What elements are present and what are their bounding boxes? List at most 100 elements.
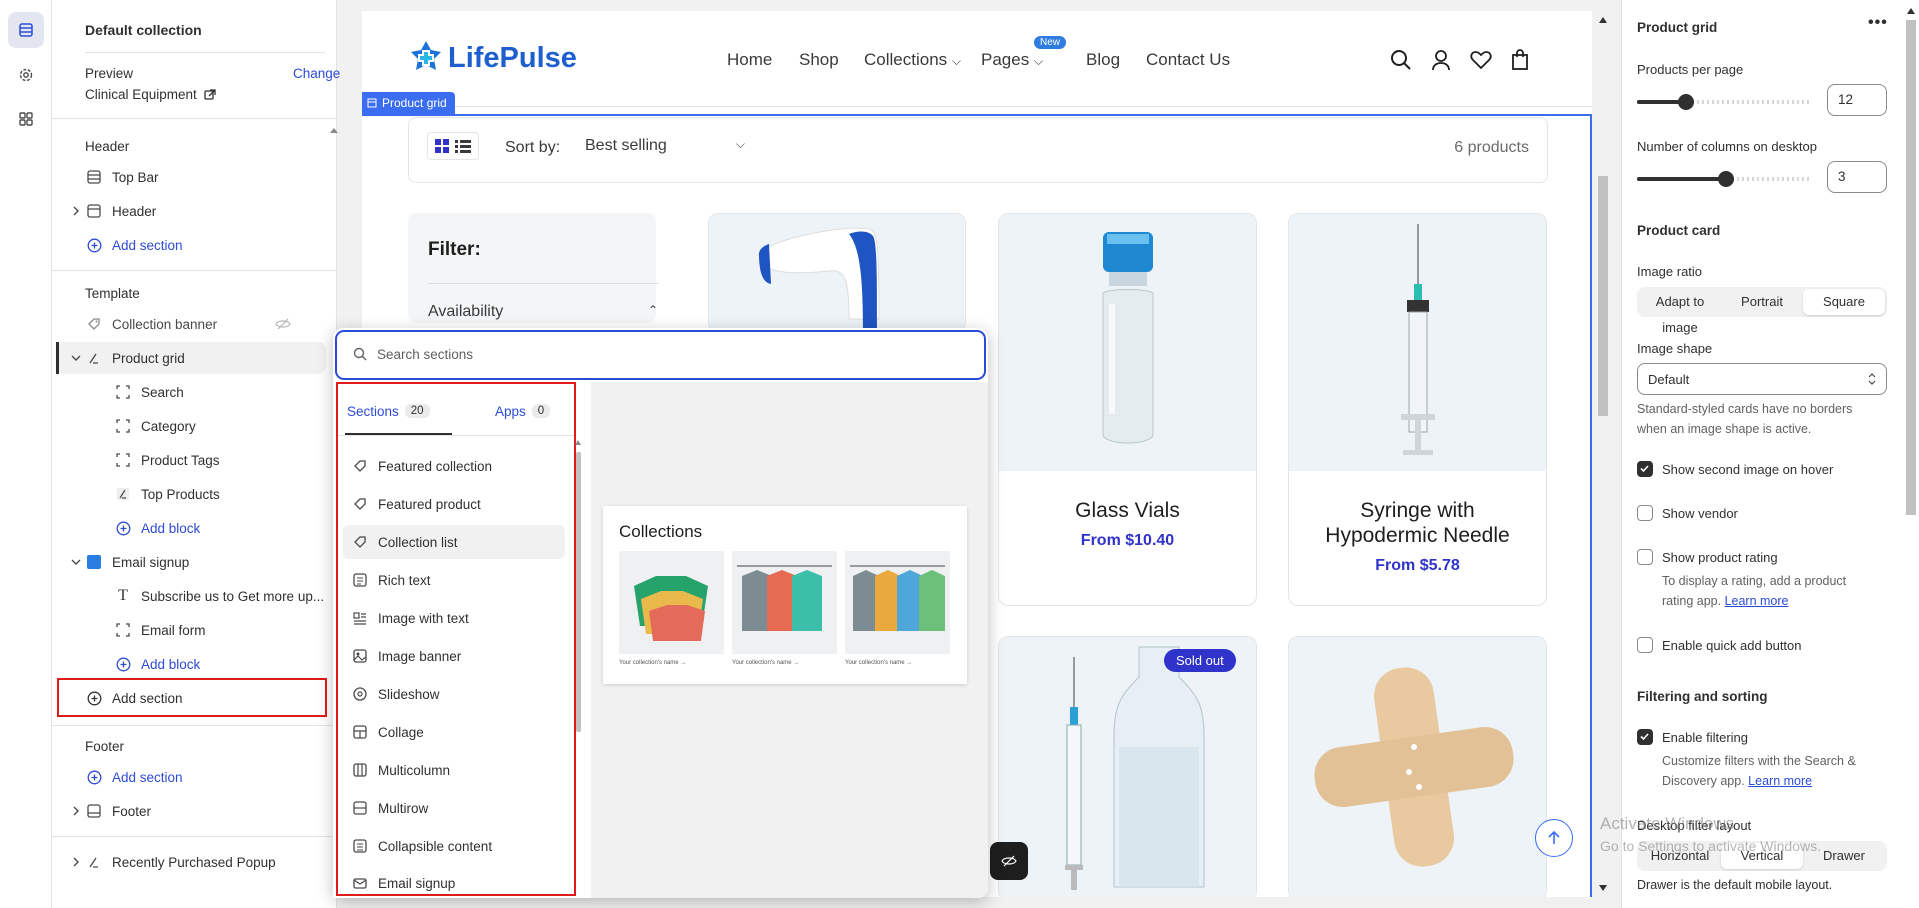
apps-icon[interactable]: [8, 101, 44, 137]
section-option-image-banner[interactable]: Image banner: [343, 639, 565, 673]
ratio-option-portrait[interactable]: Portrait: [1721, 289, 1803, 315]
wishlist-heart-icon[interactable]: [1470, 50, 1492, 70]
section-option-slideshow[interactable]: Slideshow: [343, 677, 565, 711]
list-view-icon[interactable]: [454, 138, 472, 154]
section-option-image-with-text[interactable]: Image with text: [343, 601, 565, 635]
sections-icon[interactable]: [8, 12, 44, 48]
section-tag[interactable]: Product grid: [362, 92, 455, 114]
search-icon[interactable]: [1390, 49, 1412, 71]
products-per-page-input[interactable]: 12: [1827, 84, 1887, 116]
columns-slider[interactable]: [1637, 171, 1812, 187]
grid-view-icon[interactable]: [434, 138, 450, 154]
change-preview-link[interactable]: Change: [293, 66, 340, 81]
section-option-featured-collection[interactable]: Featured collection: [343, 449, 565, 483]
text-icon: T: [118, 587, 128, 604]
sidebar-item-header[interactable]: Header: [52, 195, 337, 227]
scroll-up-arrow[interactable]: [330, 128, 338, 133]
chevron-right-icon[interactable]: [71, 205, 81, 217]
sidebar-item-recently-purchased[interactable]: Recently Purchased Popup: [52, 846, 337, 878]
scroll-thumb[interactable]: [1598, 176, 1608, 416]
quick-add-checkbox[interactable]: [1637, 637, 1653, 653]
ratio-option-adapt[interactable]: Adapt to image: [1639, 289, 1721, 335]
slider-handle[interactable]: [1718, 171, 1734, 187]
block-item-subscribe[interactable]: T Subscribe us to Get more up...: [52, 580, 337, 612]
block-item-search[interactable]: Search: [52, 376, 337, 408]
section-option-rich-text[interactable]: Rich text: [343, 563, 565, 597]
block-item-email-form[interactable]: Email form: [52, 614, 337, 646]
settings-gear-icon[interactable]: [8, 57, 44, 93]
product-card-thermometer[interactable]: [708, 213, 966, 333]
eye-hidden-icon: [1001, 855, 1017, 867]
sidebar-item-email-signup[interactable]: Email signup: [52, 546, 337, 578]
scroll-up-arrow[interactable]: [1599, 17, 1607, 23]
add-section-template-button[interactable]: Add section: [52, 682, 337, 714]
ratio-option-square[interactable]: Square: [1803, 289, 1885, 315]
second-image-checkbox[interactable]: [1637, 461, 1653, 477]
product-card-bottle[interactable]: Sold out: [998, 636, 1257, 897]
show-rating-checkbox[interactable]: [1637, 549, 1653, 565]
add-block-button[interactable]: Add block: [52, 648, 337, 680]
sidebar-item-product-grid[interactable]: Product grid: [52, 342, 337, 374]
nav-home[interactable]: Home: [727, 50, 772, 70]
nav-contact[interactable]: Contact Us: [1146, 50, 1230, 70]
sidebar-item-top-bar[interactable]: Top Bar: [52, 161, 337, 193]
add-section-footer-button[interactable]: Add section: [52, 761, 337, 793]
scroll-to-top-button[interactable]: [1535, 819, 1573, 857]
preview-value[interactable]: Clinical Equipment: [85, 87, 216, 102]
product-card-syringe[interactable]: Syringe with Hypodermic Needle From $5.7…: [1288, 213, 1547, 606]
chevron-down-icon[interactable]: [70, 557, 82, 567]
section-option-multirow[interactable]: Multirow: [343, 791, 565, 825]
scroll-up-arrow[interactable]: [575, 440, 581, 445]
settings-scroll-thumb[interactable]: [1906, 20, 1916, 515]
list-scroll-thumb[interactable]: [576, 452, 581, 732]
scroll-up-arrow[interactable]: [1907, 8, 1915, 14]
section-option-collage[interactable]: Collage: [343, 715, 565, 749]
sidebar-item-collection-banner[interactable]: Collection banner: [52, 308, 337, 340]
learn-more-link[interactable]: Learn more: [1748, 774, 1812, 788]
products-per-page-slider[interactable]: [1637, 94, 1812, 110]
section-option-email-signup[interactable]: Email signup: [343, 866, 565, 900]
tab-sections[interactable]: Sections 20: [347, 394, 430, 428]
nav-blog[interactable]: Blog: [1086, 50, 1120, 70]
show-vendor-checkbox[interactable]: [1637, 505, 1653, 521]
account-icon[interactable]: [1431, 49, 1451, 71]
product-card-bandage[interactable]: [1288, 636, 1547, 897]
nav-shop[interactable]: Shop: [799, 50, 839, 70]
columns-input[interactable]: 3: [1827, 161, 1887, 193]
chevron-right-icon[interactable]: [71, 805, 81, 817]
enable-filtering-checkbox[interactable]: [1637, 729, 1653, 745]
chevron-down-icon[interactable]: [70, 353, 82, 363]
image-shape-select[interactable]: Default: [1637, 363, 1887, 395]
plus-circle-icon: [85, 689, 103, 707]
section-option-collection-list[interactable]: Collection list: [343, 525, 565, 559]
hide-section-button[interactable]: [990, 842, 1028, 880]
filter-help-line1: Customize filters with the Search &: [1662, 754, 1856, 768]
sidebar-item-label: Header: [112, 203, 157, 219]
eye-hidden-icon[interactable]: [275, 317, 291, 331]
block-icon: [114, 383, 132, 401]
nav-pages[interactable]: Pages ⌵: [981, 50, 1043, 70]
preview-scrollbar[interactable]: [1596, 11, 1610, 897]
slider-handle[interactable]: [1678, 94, 1694, 110]
more-options-icon[interactable]: •••: [1868, 14, 1888, 32]
chevron-right-icon[interactable]: [71, 856, 81, 868]
cart-bag-icon[interactable]: [1511, 48, 1529, 70]
search-sections-field[interactable]: Search sections: [335, 330, 986, 380]
section-option-collapsible-content[interactable]: Collapsible content: [343, 829, 565, 863]
scroll-down-arrow[interactable]: [1599, 885, 1607, 891]
nav-collections[interactable]: Collections ⌵: [864, 50, 961, 70]
add-block-button[interactable]: Add block: [52, 512, 337, 544]
block-item-top-products[interactable]: Top Products: [52, 478, 337, 510]
section-option-featured-product[interactable]: Featured product: [343, 487, 565, 521]
block-item-category[interactable]: Category: [52, 410, 337, 442]
add-section-header-button[interactable]: Add section: [52, 229, 337, 261]
availability-filter[interactable]: Availability ⌃: [428, 303, 658, 321]
tab-apps[interactable]: Apps 0: [495, 394, 551, 428]
sort-select[interactable]: Best selling ⌵: [585, 137, 745, 155]
block-item-product-tags[interactable]: Product Tags: [52, 444, 337, 476]
product-card-glass-vials[interactable]: Glass Vials From $10.40: [998, 213, 1257, 606]
sidebar-item-footer[interactable]: Footer: [52, 795, 337, 827]
section-option-multicolumn[interactable]: Multicolumn: [343, 753, 565, 787]
store-logo[interactable]: LifePulse: [407, 39, 577, 77]
learn-more-link[interactable]: Learn more: [1725, 594, 1789, 608]
